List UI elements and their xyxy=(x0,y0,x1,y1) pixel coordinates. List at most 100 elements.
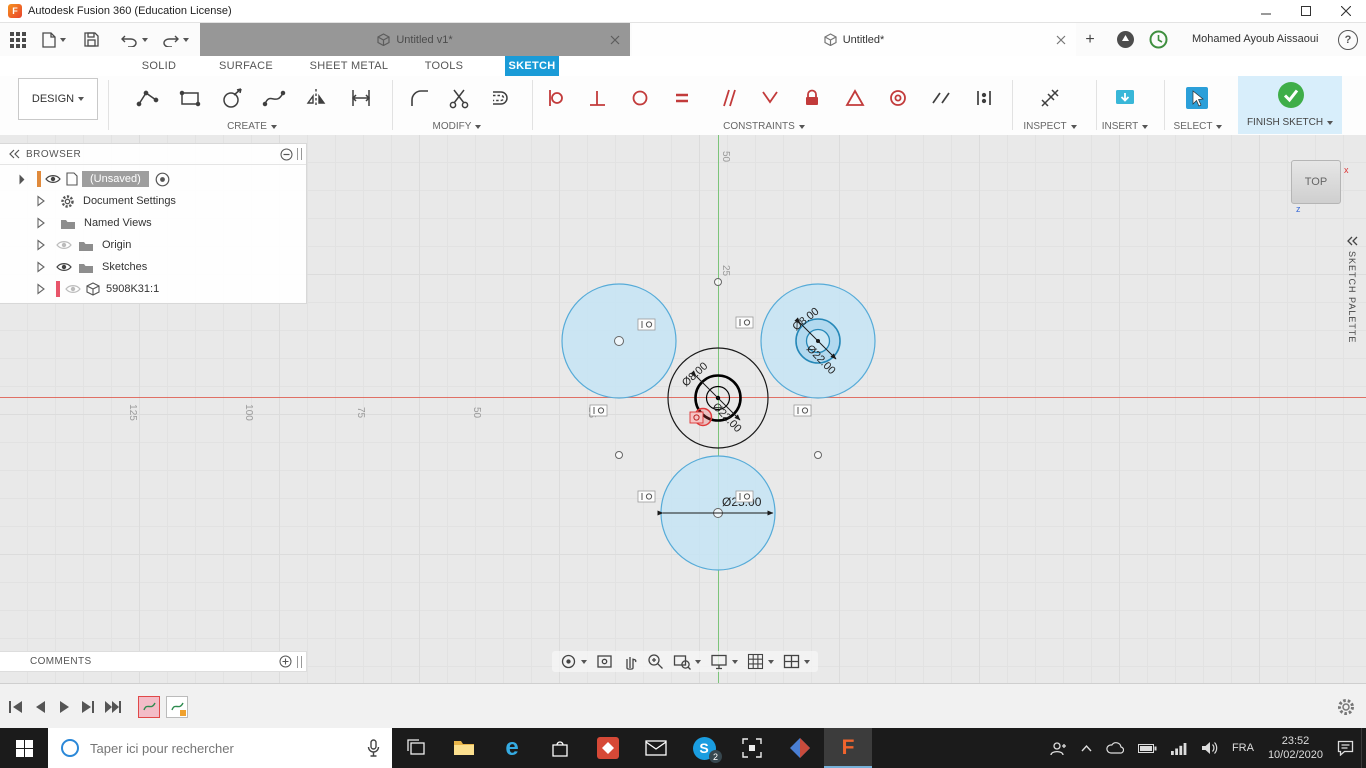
clock[interactable]: 23:52 10/02/2020 xyxy=(1261,728,1330,768)
expand-arrow-icon[interactable] xyxy=(36,217,46,229)
tab-sheet-metal[interactable]: SHEET METAL xyxy=(300,56,398,76)
equal-constraint-button[interactable] xyxy=(664,79,700,117)
sketch-point[interactable] xyxy=(615,337,624,346)
select-group-dropdown[interactable]: SELECT xyxy=(1167,120,1229,133)
timeline-settings-gear-icon[interactable] xyxy=(1336,697,1356,717)
expand-arrow-icon[interactable] xyxy=(36,261,46,273)
browser-item-document-settings[interactable]: Document Settings xyxy=(0,190,306,212)
visibility-eye-icon[interactable] xyxy=(56,261,72,273)
perpendicular-constraint-button[interactable] xyxy=(579,79,615,117)
browser-item-named-views[interactable]: Named Views xyxy=(0,212,306,234)
sketch-point[interactable] xyxy=(815,452,822,459)
panel-drag-handle[interactable] xyxy=(297,148,302,160)
cortana-icon[interactable] xyxy=(60,738,80,758)
midpoint-constraint-button[interactable] xyxy=(752,79,788,117)
collinear-constraint-button[interactable] xyxy=(923,79,959,117)
coincident-constraint-button[interactable] xyxy=(622,79,658,117)
close-tab-icon[interactable] xyxy=(610,35,620,45)
expand-arrow-icon[interactable] xyxy=(36,283,46,295)
sketch-dimension-button[interactable] xyxy=(343,79,379,117)
search-input[interactable] xyxy=(88,740,367,757)
file-explorer-icon[interactable] xyxy=(440,728,488,768)
comments-panel[interactable]: COMMENTS xyxy=(0,651,307,672)
finish-sketch-button[interactable] xyxy=(1277,81,1305,109)
document-tab-untitled-v1[interactable]: Untitled v1* xyxy=(200,23,630,56)
panel-drag-handle[interactable] xyxy=(297,656,302,668)
app-grid-button[interactable] xyxy=(6,27,30,53)
select-button[interactable] xyxy=(1179,79,1215,117)
redo-button[interactable] xyxy=(158,27,193,53)
people-icon[interactable] xyxy=(1043,728,1074,768)
symmetry-constraint-button[interactable] xyxy=(837,79,873,117)
pan-button[interactable] xyxy=(622,653,638,670)
tangent-constraint-glyph[interactable] xyxy=(638,319,655,330)
collapse-browser-icon[interactable] xyxy=(8,149,20,159)
concentric-constraint-button[interactable] xyxy=(880,79,916,117)
expand-palette-icon[interactable] xyxy=(1345,235,1359,247)
timeline-step-back-button[interactable] xyxy=(28,695,52,719)
workspace-selector[interactable]: DESIGN xyxy=(18,78,98,120)
root-document-label[interactable]: (Unsaved) xyxy=(82,171,149,187)
save-button[interactable] xyxy=(80,27,103,53)
look-at-button[interactable] xyxy=(596,653,613,670)
spline-tool-button[interactable] xyxy=(256,79,292,117)
undo-button[interactable] xyxy=(117,27,152,53)
rectangle-tool-button[interactable] xyxy=(172,79,208,117)
viewports-button[interactable] xyxy=(783,653,810,670)
timeline-skip-start-button[interactable] xyxy=(4,695,28,719)
expand-arrow-icon[interactable] xyxy=(36,239,46,251)
microsoft-store-icon[interactable] xyxy=(536,728,584,768)
display-settings-button[interactable] xyxy=(710,653,738,670)
dim-center-inner[interactable]: Ø8.00 xyxy=(680,360,710,389)
help-icon[interactable]: ? xyxy=(1338,30,1358,50)
tab-sketch[interactable]: SKETCH xyxy=(505,56,559,76)
create-group-dropdown[interactable]: CREATE xyxy=(200,120,304,133)
tab-tools[interactable]: TOOLS xyxy=(414,56,474,76)
offset-tool-button[interactable] xyxy=(482,79,518,117)
expand-arrow-icon[interactable] xyxy=(15,174,25,184)
circle-tool-button[interactable] xyxy=(214,79,250,117)
browser-item-sketches[interactable]: Sketches xyxy=(0,256,306,278)
insert-group-dropdown[interactable]: INSERT xyxy=(1095,120,1155,133)
microphone-icon[interactable] xyxy=(367,739,380,757)
minimize-button[interactable] xyxy=(1246,0,1286,22)
battery-icon[interactable] xyxy=(1131,728,1164,768)
zoom-button[interactable] xyxy=(647,653,664,670)
file-menu-button[interactable] xyxy=(38,27,70,53)
inspect-group-dropdown[interactable]: INSPECT xyxy=(1018,120,1082,133)
grid-settings-button[interactable] xyxy=(747,653,774,670)
document-tab-untitled[interactable]: Untitled* xyxy=(632,23,1076,57)
timeline-feature-sketch2[interactable] xyxy=(166,696,188,718)
skype-icon[interactable]: S 2 xyxy=(680,728,728,768)
tab-solid[interactable]: SOLID xyxy=(130,56,188,76)
browser-item-origin[interactable]: Origin xyxy=(0,234,306,256)
sandbox-app-icon[interactable] xyxy=(728,728,776,768)
onedrive-cloud-icon[interactable] xyxy=(1099,728,1131,768)
visibility-eye-icon[interactable] xyxy=(65,283,81,295)
timeline-feature-sketch1[interactable] xyxy=(138,696,160,718)
red-app-icon[interactable] xyxy=(584,728,632,768)
edge-browser-icon[interactable]: e xyxy=(488,728,536,768)
mail-app-icon[interactable] xyxy=(632,728,680,768)
show-desktop-button[interactable] xyxy=(1361,728,1366,768)
activate-component-radio[interactable] xyxy=(155,172,170,187)
modify-group-dropdown[interactable]: MODIFY xyxy=(412,120,502,133)
tangent-constraint-glyph[interactable] xyxy=(638,491,655,502)
fit-button[interactable] xyxy=(673,653,701,670)
expand-arrow-icon[interactable] xyxy=(36,195,46,207)
timeline-step-forward-button[interactable] xyxy=(76,695,100,719)
parallel-constraint-button[interactable] xyxy=(709,79,745,117)
view-cube[interactable]: TOP xyxy=(1291,160,1341,204)
fusion-360-taskbar-icon[interactable]: F xyxy=(824,728,872,768)
hidden-icons-chevron[interactable] xyxy=(1074,728,1099,768)
trim-tool-button[interactable] xyxy=(441,79,477,117)
tangent-constraint-glyph[interactable] xyxy=(736,491,753,502)
expand-comments-icon[interactable] xyxy=(279,655,292,668)
job-status-icon[interactable] xyxy=(1116,30,1135,49)
taskbar-search[interactable] xyxy=(48,728,392,768)
minimize-panel-icon[interactable] xyxy=(280,148,293,161)
close-tab-icon[interactable] xyxy=(1056,35,1066,45)
task-view-button[interactable] xyxy=(392,728,440,768)
curvature-constraint-button[interactable] xyxy=(966,79,1002,117)
orbit-button[interactable] xyxy=(560,653,587,670)
